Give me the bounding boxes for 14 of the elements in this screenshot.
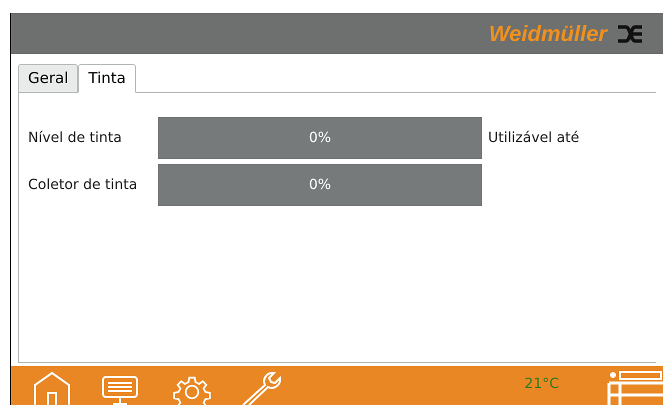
- meter-label: Coletor de tinta: [28, 176, 138, 194]
- settings-icon[interactable]: [173, 375, 211, 405]
- add-table-icon[interactable]: [607, 369, 663, 405]
- meter-label: Nível de tinta: [28, 128, 123, 148]
- usable-until-label: Utilizável até: [488, 128, 580, 148]
- progress-reading: 0%: [308, 176, 332, 194]
- logo-text: Weidmüller: [488, 20, 607, 48]
- tab[interactable]: Geral: [18, 64, 78, 93]
- monitor-icon[interactable]: [101, 375, 139, 405]
- temperature-reading: 21°C: [524, 375, 559, 394]
- tab[interactable]: Tinta: [78, 64, 136, 93]
- progress-reading: 0%: [308, 128, 332, 148]
- home-icon[interactable]: [33, 371, 71, 405]
- logo-icon: [617, 24, 643, 44]
